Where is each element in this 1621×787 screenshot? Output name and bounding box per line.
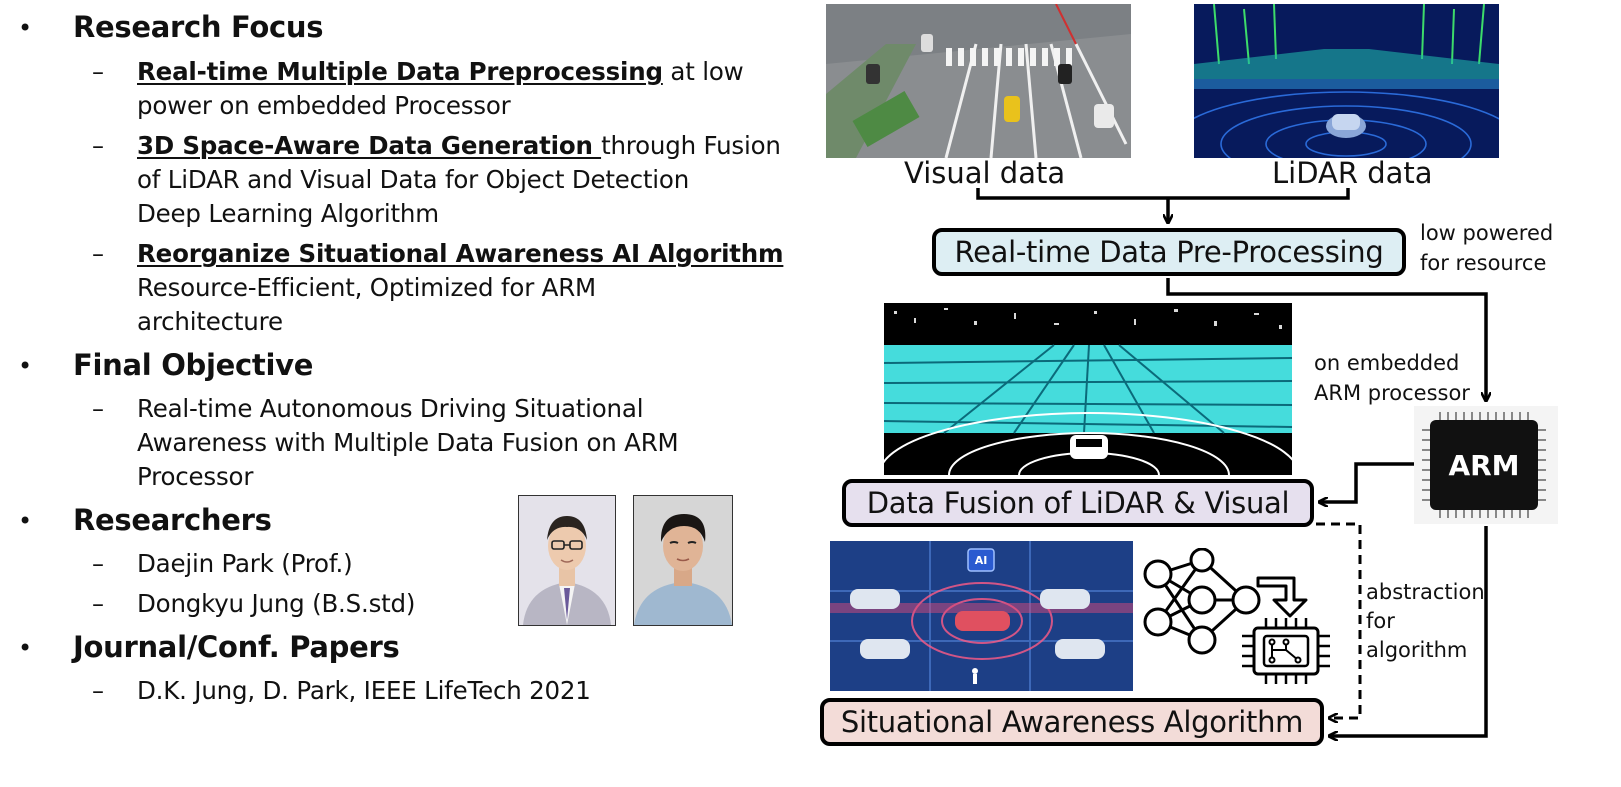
lidar-data-caption: LiDAR data xyxy=(1272,156,1433,190)
hollow-arrow-icon xyxy=(1256,576,1308,618)
dash: – xyxy=(92,58,104,86)
objective-line-3: Processor xyxy=(137,462,254,491)
focus-item-1-emphasis: Real-time Multiple Data Preprocessing xyxy=(137,57,663,86)
focus-item-3-line-3: architecture xyxy=(137,307,283,336)
focus-item-2-emphasis: 3D Space-Aware Data Generation xyxy=(137,131,602,160)
dash: – xyxy=(92,550,104,578)
awareness-algorithm-box: Situational Awareness Algorithm xyxy=(820,698,1324,746)
dash: – xyxy=(92,132,104,160)
objective-line-2: Awareness with Multiple Data Fusion on A… xyxy=(137,428,679,457)
researcher-2: Dongkyu Jung (B.S.std) xyxy=(137,589,416,618)
researcher-photo-prof xyxy=(518,495,616,626)
focus-item-2: 3D Space-Aware Data Generation through F… xyxy=(137,131,781,160)
arm-chip-icon: ARM xyxy=(1414,406,1558,524)
circuit-chip-icon xyxy=(1242,618,1330,684)
focus-item-2-line-2: of LiDAR and Visual Data for Object Dete… xyxy=(137,165,690,194)
bullet: • xyxy=(18,507,33,535)
researchers-heading: Researchers xyxy=(73,503,272,537)
dash: – xyxy=(92,677,104,705)
dash: – xyxy=(92,590,104,618)
focus-item-1: Real-time Multiple Data Preprocessing at… xyxy=(137,57,744,86)
paper-1: D.K. Jung, D. Park, IEEE LifeTech 2021 xyxy=(137,676,591,705)
bullet: • xyxy=(18,14,33,42)
focus-item-1-line-2: power on embedded Processor xyxy=(137,91,511,120)
ai-badge: AI xyxy=(974,553,988,567)
bullet: • xyxy=(18,634,33,662)
visual-data-image xyxy=(826,4,1131,158)
dash: – xyxy=(92,240,104,268)
research-focus-heading: Research Focus xyxy=(73,10,324,44)
situational-scene-image: AI xyxy=(830,541,1133,691)
researcher-photo-student xyxy=(633,495,733,626)
lidar-data-image xyxy=(1194,4,1499,158)
focus-item-3-line-2: Resource-Efficient, Optimized for ARM xyxy=(137,273,596,302)
dash: – xyxy=(92,395,104,423)
papers-heading: Journal/Conf. Papers xyxy=(73,630,400,664)
fusion-data-image xyxy=(884,303,1292,475)
arm-chip-label: ARM xyxy=(1448,448,1520,482)
researcher-1: Daejin Park (Prof.) xyxy=(137,549,353,578)
visual-data-caption: Visual data xyxy=(904,156,1066,190)
embedded-note: on embedded ARM processor xyxy=(1314,351,1470,405)
final-objective-heading: Final Objective xyxy=(73,348,314,382)
preprocessing-box: Real-time Data Pre-Processing xyxy=(932,228,1406,276)
objective-line-1: Real-time Autonomous Driving Situational xyxy=(137,394,644,423)
data-fusion-box: Data Fusion of LiDAR & Visual xyxy=(842,479,1314,527)
focus-item-2-line-3: Deep Learning Algorithm xyxy=(137,199,439,228)
preprocess-note: low powered for resource xyxy=(1420,221,1554,275)
bullet: • xyxy=(18,352,33,380)
focus-item-3: Reorganize Situational Awareness AI Algo… xyxy=(137,239,784,268)
focus-item-3-emphasis: Reorganize Situational Awareness AI Algo… xyxy=(137,239,784,268)
abstraction-note: abstraction for algorithm xyxy=(1366,580,1485,662)
